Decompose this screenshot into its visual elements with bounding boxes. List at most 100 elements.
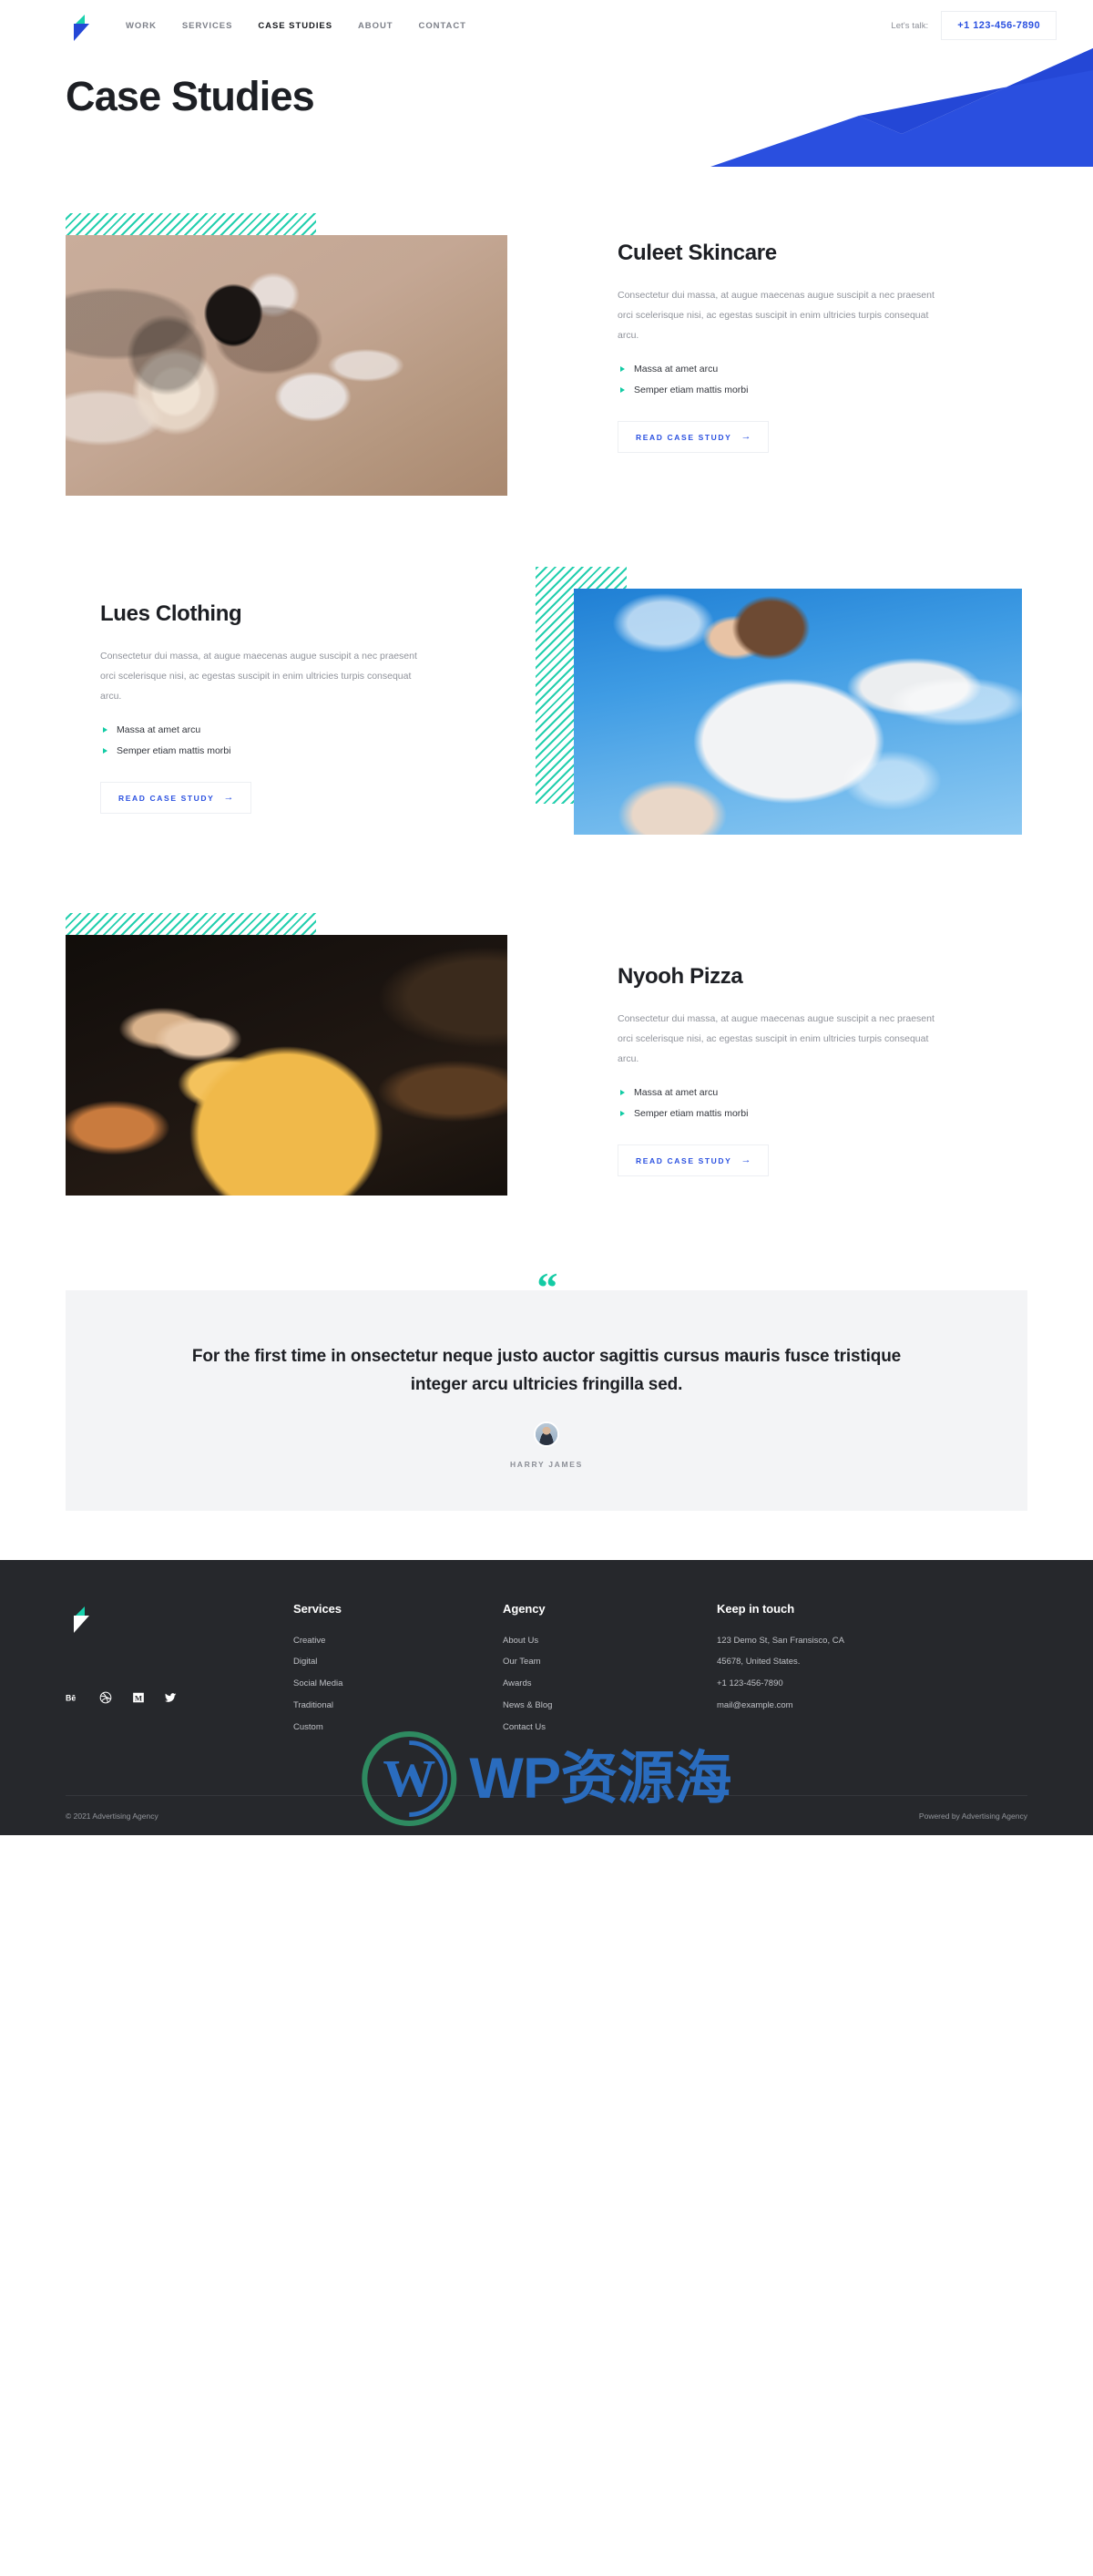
case-study-item: Lues Clothing Consectetur dui massa, at … — [0, 559, 1093, 860]
testimonial-card: For the first time in onsectetur neque j… — [66, 1290, 1027, 1511]
quote-mark-icon: “ — [536, 1264, 557, 1310]
list-item: Digital — [293, 1653, 503, 1671]
read-case-study-button[interactable]: READ CASE STUDY → — [618, 1144, 770, 1177]
case-media-nyooh — [66, 913, 507, 1196]
list-item: News & Blog — [503, 1697, 717, 1715]
footer-link-awards[interactable]: Awards — [503, 1675, 717, 1693]
list-item: Traditional — [293, 1697, 503, 1715]
arrow-right-icon: → — [741, 1155, 751, 1166]
footer-brand: Bē M — [66, 1602, 293, 1705]
testimonial-section: “ For the first time in onsectetur neque… — [0, 1267, 1093, 1511]
hero-section: Case Studies — [0, 48, 1093, 179]
logo-white-triangle-icon — [74, 1615, 89, 1633]
case-bullet: Semper etiam mattis morbi — [618, 380, 945, 401]
footer-link-list: About Us Our Team Awards News & Blog Con… — [503, 1632, 717, 1738]
read-case-study-button[interactable]: READ CASE STUDY → — [100, 782, 252, 815]
case-bullet: Semper etiam mattis morbi — [100, 741, 428, 762]
footer-link-about-us[interactable]: About Us — [503, 1632, 717, 1650]
nav-item-services[interactable]: SERVICES — [169, 15, 245, 36]
read-case-study-label: READ CASE STUDY — [118, 793, 215, 803]
footer-column-heading: Services — [293, 1601, 342, 1616]
case-description: Consectetur dui massa, at augue maecenas… — [618, 1013, 935, 1064]
svg-text:Bē: Bē — [66, 1693, 76, 1702]
svg-text:M: M — [134, 1694, 141, 1703]
footer-column-heading: Keep in touch — [717, 1601, 795, 1616]
footer-link-social-media[interactable]: Social Media — [293, 1675, 503, 1693]
list-item: Our Team — [503, 1653, 717, 1671]
list-item: +1 123-456-7890 — [717, 1675, 844, 1693]
case-photo-culeet[interactable] — [66, 235, 507, 496]
case-title: Culeet Skincare — [618, 241, 777, 265]
footer-link-list: Creative Digital Social Media Traditiona… — [293, 1632, 503, 1738]
twitter-icon[interactable] — [164, 1691, 178, 1705]
phone-button[interactable]: +1 123-456-7890 — [941, 11, 1057, 40]
footer-link-news-blog[interactable]: News & Blog — [503, 1697, 717, 1715]
footer-logo[interactable] — [66, 1602, 93, 1633]
read-case-study-label: READ CASE STUDY — [636, 1155, 732, 1165]
nav-item-about[interactable]: ABOUT — [345, 15, 406, 36]
case-description: Consectetur dui massa, at augue maecenas… — [100, 651, 417, 702]
footer-link-contact-us[interactable]: Contact Us — [503, 1719, 717, 1737]
case-photo-nyooh[interactable] — [66, 935, 507, 1196]
nav-item-case-studies[interactable]: CASE STUDIES — [245, 15, 345, 36]
arrow-right-icon: → — [223, 792, 234, 804]
testimonial-quote: For the first time in onsectetur neque j… — [191, 1347, 902, 1394]
nav-item-contact[interactable]: CONTACT — [406, 15, 479, 36]
footer-address-line-2: 45678, United States. — [717, 1657, 801, 1668]
list-item: Awards — [503, 1675, 717, 1693]
case-studies-list: Culeet Skincare Consectetur dui massa, a… — [0, 213, 1093, 1214]
behance-icon[interactable]: Bē — [66, 1691, 79, 1705]
case-title: Nyooh Pizza — [618, 964, 743, 989]
case-bullet: Massa at amet arcu — [618, 1083, 945, 1103]
site-footer: Bē M Services Creative Digital Social Me… — [0, 1559, 1093, 1836]
list-item: About Us — [503, 1632, 717, 1650]
footer-column-services: Services Creative Digital Social Media T… — [293, 1602, 503, 1741]
footer-phone-link[interactable]: +1 123-456-7890 — [717, 1675, 844, 1693]
case-bullet-list: Massa at amet arcu Semper etiam mattis m… — [100, 720, 428, 762]
footer-email-link[interactable]: mail@example.com — [717, 1697, 844, 1715]
footer-link-creative[interactable]: Creative — [293, 1632, 503, 1650]
list-item: Social Media — [293, 1675, 503, 1693]
medium-icon[interactable]: M — [131, 1691, 145, 1705]
case-body-lues: Lues Clothing Consectetur dui massa, at … — [100, 601, 428, 815]
case-bullet-list: Massa at amet arcu Semper etiam mattis m… — [618, 359, 945, 401]
footer-contact-list: 123 Demo St, San Fransisco, CA 45678, Un… — [717, 1632, 844, 1716]
list-item: 45678, United States. — [717, 1653, 844, 1671]
case-study-item: Culeet Skincare Consectetur dui massa, a… — [0, 213, 1093, 514]
read-case-study-label: READ CASE STUDY — [636, 432, 732, 442]
footer-address-line-1: 123 Demo St, San Fransisco, CA — [717, 1635, 844, 1646]
footer-link-custom[interactable]: Custom — [293, 1719, 503, 1737]
list-item: mail@example.com — [717, 1697, 844, 1715]
avatar-image — [536, 1422, 557, 1445]
header-contact-area: Let's talk: +1 123-456-7890 — [891, 11, 1057, 40]
logo-blue-triangle-icon — [74, 24, 89, 41]
case-study-item: Nyooh Pizza Consectetur dui massa, at au… — [0, 913, 1093, 1214]
agency-logo[interactable] — [66, 10, 93, 41]
testimonial-author: HARRY JAMES — [509, 1459, 584, 1469]
arrow-right-icon: → — [741, 431, 751, 443]
case-body-nyooh: Nyooh Pizza Consectetur dui massa, at au… — [618, 964, 945, 1177]
footer-bottom-bar: © 2021 Advertising Agency Powered by Adv… — [66, 1795, 1027, 1835]
footer-column-heading: Agency — [503, 1601, 546, 1616]
list-item: Creative — [293, 1632, 503, 1650]
case-bullet-list: Massa at amet arcu Semper etiam mattis m… — [618, 1083, 945, 1124]
site-header: WORK SERVICES CASE STUDIES ABOUT CONTACT… — [0, 0, 1093, 51]
nav-item-work[interactable]: WORK — [113, 15, 169, 36]
dribbble-icon[interactable] — [98, 1691, 112, 1705]
case-media-culeet — [66, 213, 507, 496]
footer-link-digital[interactable]: Digital — [293, 1653, 503, 1671]
case-photo-lues[interactable] — [574, 589, 1022, 835]
footer-column-keep-in-touch: Keep in touch 123 Demo St, San Fransisco… — [717, 1602, 844, 1719]
lets-talk-label: Let's talk: — [891, 20, 929, 31]
footer-column-agency: Agency About Us Our Team Awards News & B… — [503, 1602, 717, 1741]
primary-nav: WORK SERVICES CASE STUDIES ABOUT CONTACT — [113, 15, 479, 36]
footer-link-traditional[interactable]: Traditional — [293, 1697, 503, 1715]
list-item: 123 Demo St, San Fransisco, CA — [717, 1632, 844, 1650]
read-case-study-button[interactable]: READ CASE STUDY → — [618, 421, 770, 454]
case-title: Lues Clothing — [100, 601, 242, 626]
copyright-text: © 2021 Advertising Agency — [66, 1811, 158, 1821]
footer-link-our-team[interactable]: Our Team — [503, 1653, 717, 1671]
avatar — [534, 1421, 559, 1447]
list-item: Custom — [293, 1719, 503, 1737]
page-root: WORK SERVICES CASE STUDIES ABOUT CONTACT… — [0, 0, 1093, 1836]
